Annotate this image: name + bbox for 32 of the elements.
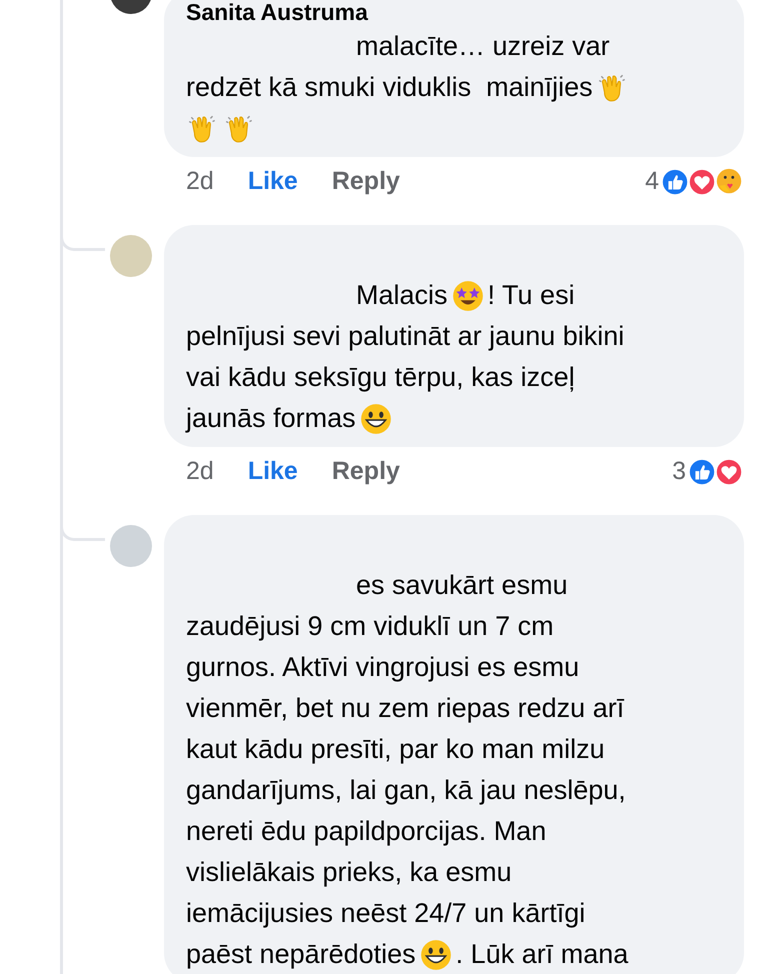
reply-link[interactable]: Reply [332,453,400,491]
comment-text: gurnos. Aktīvi vingrojusi es esmu [186,651,580,684]
author-name[interactable]: Sanita Austruma [186,0,726,26]
comment-text: kaut kādu presīti, par ko man milzu [186,733,605,766]
comment-text: . Lūk arī mana [456,938,628,972]
comment-text: vai kādu seksīgu tērpu, kas izceļ [186,361,575,394]
comment-text: zaudējusi 9 cm viduklī un 7 cm [186,610,554,644]
grinning-face-icon [418,938,453,972]
comment-text: vislielākais prieks, ka esmu [186,856,512,890]
comment-text: es savukārt esmu [356,569,568,602]
comment-text: malacīte… uzreiz var [356,30,610,64]
comment-text: pelnījusi sevi palutināt ar jaunu bikini [186,320,624,354]
comment-text: gandarījums, lai gan, kā jau neslēpu, [186,774,626,808]
comment-text: redzēt kā smuki viduklis mainījies [186,71,593,104]
grinning-face-icon [358,402,393,436]
star-eyes-face-icon [450,278,485,312]
thumbs-up-icon [660,167,690,197]
like-link[interactable]: Like [248,453,298,491]
comment-text: jaunās formas [186,402,356,436]
comment-text: Malacis [356,279,448,312]
comment-text: paēst nepārēdoties [186,938,416,972]
reply-link[interactable]: Reply [332,163,400,201]
reaction-count[interactable]: 3 [672,453,686,491]
like-link[interactable]: Like [248,163,298,201]
comment-text: ! Tu esi [488,279,575,312]
comment-timestamp: 2d [186,456,214,488]
comment-timestamp: 2d [186,166,214,198]
thumbs-up-icon [687,457,717,487]
reaction-count[interactable]: 4 [645,163,659,201]
comment-text: vienmēr, bet nu zem riepas redzu arī [186,692,624,726]
comment-text: nereti ēdu papildporcijas. Man [186,815,546,848]
comment-text: iemācijusies neēst 24/7 un kārtīgi [186,897,586,930]
